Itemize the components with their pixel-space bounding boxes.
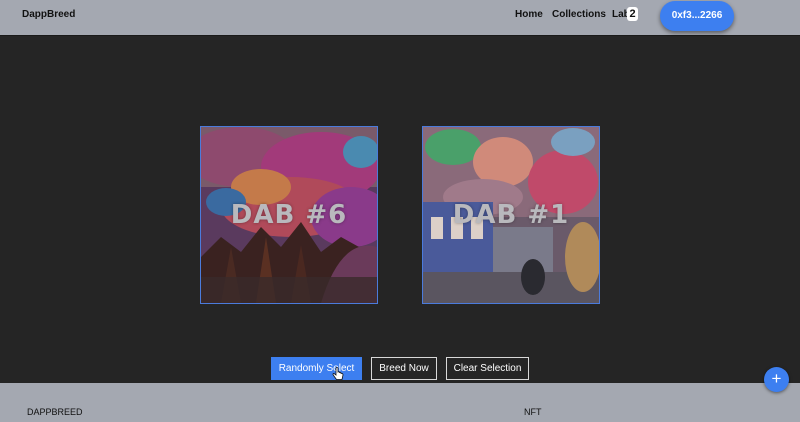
breed-now-button[interactable]: Breed Now <box>371 357 437 380</box>
add-floating-button[interactable]: + <box>764 367 789 392</box>
hand-cursor-icon <box>332 367 344 380</box>
footer: DAPPBREED NFT <box>0 383 800 422</box>
brand-logo[interactable]: DappBreed <box>22 9 75 20</box>
nav-home[interactable]: Home <box>515 9 543 20</box>
footer-brand: DAPPBREED <box>27 407 83 417</box>
randomly-select-button[interactable]: Randomly Select <box>271 357 362 380</box>
clear-selection-button[interactable]: Clear Selection <box>446 357 529 380</box>
nft-label: DAB #6 <box>230 200 348 230</box>
nft-card-dab-1[interactable]: DAB #1 <box>422 126 600 304</box>
top-navbar: DappBreed Home Collections Lab 2 0xf3...… <box>0 0 800 36</box>
nav-collections[interactable]: Collections <box>552 9 606 20</box>
wallet-address-button[interactable]: 0xf3...2266 <box>660 1 734 31</box>
nft-label: DAB #1 <box>452 200 570 230</box>
lab-count-badge: 2 <box>627 7 638 21</box>
footer-nft: NFT <box>524 407 542 417</box>
nft-card-dab-6[interactable]: DAB #6 <box>200 126 378 304</box>
lab-main-area: DAB #6 DAB #1 Randomly Select Breed Now … <box>0 37 800 383</box>
